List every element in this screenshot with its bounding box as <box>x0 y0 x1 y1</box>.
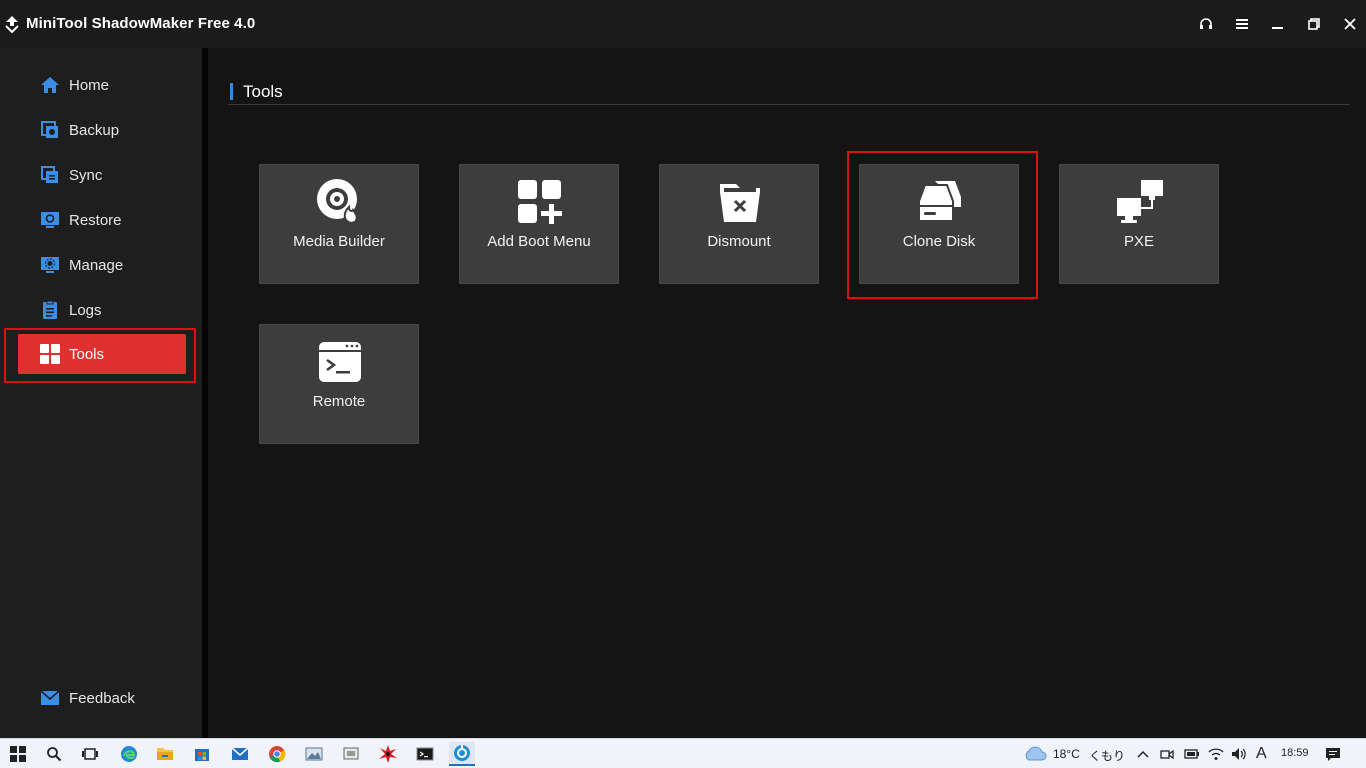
pxe-icon <box>1110 177 1170 227</box>
dismount-icon <box>710 177 770 227</box>
sidebar-item-label: Feedback <box>69 689 135 707</box>
title-bar: MiniTool ShadowMaker Free 4.0 <box>0 0 1366 48</box>
edge-icon[interactable] <box>116 742 142 766</box>
file-explorer-icon[interactable] <box>152 742 178 766</box>
sync-icon <box>39 164 61 186</box>
tile-label: Add Boot Menu <box>487 233 591 250</box>
sidebar-item-logs[interactable]: Logs <box>18 290 186 330</box>
ime-indicator[interactable]: A <box>1256 745 1267 763</box>
tile-add-boot-menu[interactable]: Add Boot Menu <box>459 164 619 284</box>
manage-icon <box>39 254 61 276</box>
wifi-icon[interactable] <box>1206 742 1226 766</box>
battery-icon[interactable] <box>1182 742 1202 766</box>
media-builder-icon <box>310 177 370 227</box>
tile-pxe[interactable]: PXE <box>1059 164 1219 284</box>
notification-icon[interactable] <box>1321 742 1345 766</box>
restore-icon[interactable] <box>1302 12 1326 36</box>
volume-icon[interactable] <box>1229 742 1249 766</box>
backup-icon <box>39 119 61 141</box>
weather-temp: 18°C <box>1053 747 1080 761</box>
tile-label: Remote <box>312 393 366 410</box>
restore-nav-icon <box>39 209 61 231</box>
weather-text: くもり <box>1089 749 1126 763</box>
tile-clone-disk[interactable]: Clone Disk <box>859 164 1019 284</box>
clock-time[interactable]: 18:59 <box>1281 747 1309 759</box>
sidebar-item-label: Tools <box>69 345 105 363</box>
chevron-up-icon[interactable] <box>1133 742 1153 766</box>
photos-icon[interactable] <box>301 742 327 766</box>
app-logo-icon <box>2 14 22 34</box>
snipping-icon[interactable] <box>338 742 364 766</box>
page-title: Tools <box>243 82 283 101</box>
remote-icon <box>310 337 370 387</box>
sidebar-item-label: Restore <box>69 211 122 229</box>
cloud-weather-icon[interactable] <box>1021 742 1049 766</box>
taskbar: 18°C くもり A 18:59 <box>0 738 1366 768</box>
sidebar-item-backup[interactable]: Backup <box>18 110 186 150</box>
headset-icon[interactable] <box>1194 12 1218 36</box>
tile-remote[interactable]: Remote <box>259 324 419 444</box>
search-icon[interactable] <box>41 742 67 766</box>
sidebar-item-label: Home <box>69 76 110 94</box>
cmd-icon[interactable] <box>412 742 438 766</box>
main-content: Tools Media Builder Add Boot Menu Dismou… <box>208 48 1366 738</box>
sidebar-item-sync[interactable]: Sync <box>18 155 186 195</box>
sidebar-item-label: Sync <box>69 166 103 184</box>
close-icon[interactable] <box>1338 12 1362 36</box>
mail-app-icon[interactable] <box>227 742 253 766</box>
paint-icon[interactable] <box>375 742 401 766</box>
section-header-accent <box>230 83 233 100</box>
tile-label: Clone Disk <box>902 233 976 250</box>
sidebar-item-manage[interactable]: Manage <box>18 245 186 285</box>
mail-icon <box>39 687 61 709</box>
windows-start-icon[interactable] <box>5 742 31 766</box>
sidebar-item-feedback[interactable]: Feedback <box>18 678 186 718</box>
minimize-icon[interactable] <box>1266 12 1290 36</box>
tools-icon <box>39 343 61 365</box>
sidebar-item-tools[interactable]: Tools <box>18 334 186 374</box>
menu-icon[interactable] <box>1230 12 1254 36</box>
tile-label: Dismount <box>707 233 771 250</box>
app-window: MiniTool ShadowMaker Free 4.0 Home Backu… <box>0 0 1366 738</box>
tile-label: Media Builder <box>293 233 385 250</box>
tile-media-builder[interactable]: Media Builder <box>259 164 419 284</box>
task-view-icon[interactable] <box>77 742 103 766</box>
tile-label: PXE <box>1123 233 1154 250</box>
section-header: Tools <box>228 81 1350 105</box>
shadowmaker-icon[interactable] <box>449 742 475 766</box>
sidebar-item-restore[interactable]: Restore <box>18 200 186 240</box>
sidebar-item-home[interactable]: Home <box>18 65 186 105</box>
chrome-icon[interactable] <box>264 742 290 766</box>
tile-dismount[interactable]: Dismount <box>659 164 819 284</box>
logs-icon <box>39 299 61 321</box>
sidebar-item-label: Manage <box>69 256 124 274</box>
sidebar-item-label: Logs <box>69 301 102 319</box>
home-icon <box>39 74 61 96</box>
sidebar <box>0 48 202 738</box>
meet-icon[interactable] <box>1157 742 1177 766</box>
add-boot-menu-icon <box>510 177 570 227</box>
window-title: MiniTool ShadowMaker Free 4.0 <box>26 15 256 32</box>
clone-disk-icon <box>910 177 970 227</box>
store-icon[interactable] <box>189 742 215 766</box>
sidebar-item-label: Backup <box>69 121 120 139</box>
